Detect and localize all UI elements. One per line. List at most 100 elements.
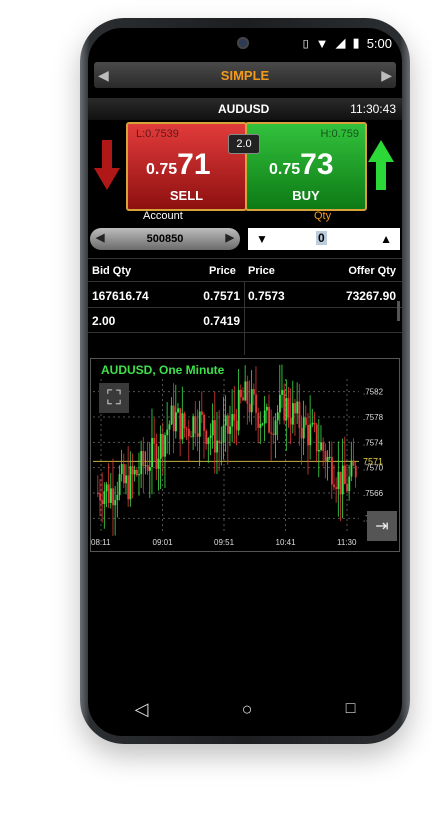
candle-body <box>207 438 210 444</box>
chart-y-tick-label: .7582 <box>363 388 384 397</box>
buy-price: 0.7573 <box>269 148 334 181</box>
app-screen: ▯ ▼ ◢ ▮ 5:00 ◀ SIMPLE ▶ AUDUSD 11:30:43 … <box>88 28 402 736</box>
chart-x-tick-label: 09:51 <box>214 538 235 547</box>
candle-body <box>324 451 327 462</box>
spread-badge: 2.0 <box>228 134 260 154</box>
chart-x-tick-label: 08:11 <box>91 538 111 547</box>
sell-price: 0.7571 <box>146 148 211 181</box>
candle-body <box>322 442 325 452</box>
buy-button[interactable]: H:0.759 0.7573 BUY <box>245 122 367 211</box>
chart-x-tick-label: 09:01 <box>153 538 174 547</box>
candle-body <box>157 458 160 469</box>
candle-body <box>216 440 219 453</box>
header-bid-price: Price <box>209 265 236 277</box>
title-bar: ◀ SIMPLE ▶ <box>94 62 396 88</box>
symbol-row: AUDUSD 11:30:43 <box>88 98 402 120</box>
candle-body <box>198 411 201 437</box>
candle-body <box>201 411 203 415</box>
candle-body <box>300 427 303 439</box>
status-bar: ▯ ▼ ◢ ▮ 5:00 <box>88 28 402 58</box>
candle-body <box>283 390 286 421</box>
candle-body <box>168 424 171 430</box>
wifi-icon: ▼ <box>315 35 329 51</box>
candle-body <box>116 494 119 501</box>
account-prev-button[interactable]: ◀ <box>96 231 104 244</box>
header-offer-qty: Offer Qty <box>348 265 396 277</box>
page-title: SIMPLE <box>220 67 270 83</box>
candle-body <box>335 487 338 489</box>
table-scrollbar[interactable] <box>397 301 400 321</box>
signal-icon: ◢ <box>335 35 346 50</box>
header-bid-qty: Bid Qty <box>92 265 132 277</box>
back-triangle-icon[interactable]: ◁ <box>135 699 149 720</box>
chart-y-tick-label: .7566 <box>363 489 384 498</box>
candle-body <box>162 433 164 457</box>
candle-body <box>289 417 292 425</box>
candle-body <box>348 476 351 492</box>
quote-time: 11:30:43 <box>350 102 396 116</box>
candle-body <box>233 413 236 421</box>
candle-body <box>302 417 305 439</box>
candle-body <box>144 465 147 467</box>
qty-increase-button[interactable]: ▲ <box>380 232 392 246</box>
candle-body <box>196 433 199 437</box>
candle-body <box>155 443 158 469</box>
quantity-stepper[interactable]: ▼ 0 ▲ <box>248 228 400 250</box>
candle-body <box>114 500 117 506</box>
battery-icon: ▮ <box>352 35 360 50</box>
next-view-button[interactable]: ▶ <box>381 67 392 84</box>
candle-body <box>177 408 180 413</box>
candle-body <box>97 493 99 494</box>
chart-title: AUDUSD, One Minute <box>101 363 225 377</box>
candle-body <box>142 451 145 466</box>
price-chart[interactable]: .7582.7578.7574.7570.7566.756208:1109:01… <box>90 358 400 552</box>
candle-body <box>292 403 294 425</box>
fullscreen-icon[interactable]: ⛶ <box>99 383 129 413</box>
qty-input[interactable]: 0 <box>316 231 327 245</box>
candle-body <box>255 394 258 413</box>
candle-body <box>274 420 277 435</box>
candle-body <box>227 415 229 434</box>
previous-view-button[interactable]: ◀ <box>98 67 109 84</box>
candle-body <box>118 474 121 495</box>
candle-body <box>298 401 301 428</box>
candle-body <box>272 433 275 435</box>
candle-body <box>263 410 266 424</box>
candle-body <box>281 390 284 395</box>
symbol-label: AUDUSD <box>218 102 270 116</box>
candle-body <box>146 465 149 471</box>
candle-body <box>318 449 320 452</box>
chart-canvas: .7582.7578.7574.7570.7566.756208:1109:01… <box>91 364 384 547</box>
candle-body <box>250 389 253 413</box>
qty-decrease-button[interactable]: ▼ <box>256 232 268 246</box>
candle-body <box>151 438 154 468</box>
candle-body <box>127 475 130 500</box>
candle-body <box>231 413 234 427</box>
candle-body <box>313 422 316 425</box>
candle-body <box>352 460 355 466</box>
candle-body <box>339 471 342 495</box>
candle-body <box>229 426 232 434</box>
candle-body <box>268 406 271 433</box>
account-label: Account <box>143 210 183 222</box>
candle-body <box>194 416 197 434</box>
candle-body <box>190 436 193 438</box>
candle-body <box>333 484 336 488</box>
account-next-button[interactable]: ▶ <box>226 231 234 244</box>
chart-x-tick-label: 10:41 <box>276 538 297 547</box>
recents-square-icon[interactable]: □ <box>346 700 356 718</box>
jump-to-latest-icon[interactable]: ⇥ <box>367 511 397 541</box>
home-circle-icon[interactable]: ○ <box>242 699 253 720</box>
candle-body <box>240 389 242 398</box>
candle-body <box>222 425 225 443</box>
candle-body <box>344 465 346 484</box>
candle-body <box>346 483 349 492</box>
candle-body <box>131 466 134 475</box>
account-selector[interactable]: ◀ 500850 ▶ <box>90 228 240 250</box>
candle-body <box>315 424 318 452</box>
candle-body <box>110 488 112 503</box>
candle-body <box>224 415 227 426</box>
candle-body <box>242 397 245 401</box>
current-price-label: 7571 <box>363 456 383 466</box>
candle-body <box>354 465 357 478</box>
